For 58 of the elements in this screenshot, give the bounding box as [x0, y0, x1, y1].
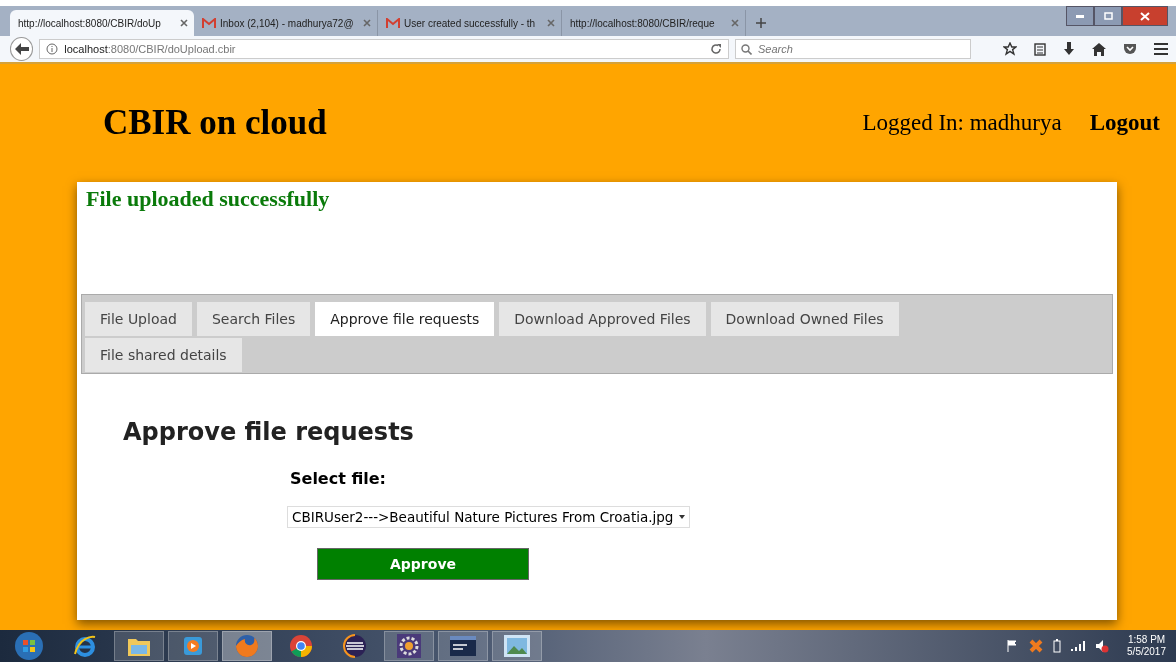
muted-speaker-icon[interactable] [1095, 639, 1110, 653]
select-label: Select file: [290, 469, 387, 488]
antivirus-icon[interactable] [1029, 639, 1044, 653]
menu-icon[interactable] [1154, 43, 1168, 55]
address-field[interactable]: localhost:8080/CBIR/doUpload.cbir [39, 39, 729, 59]
info-icon [46, 43, 59, 55]
page-tab[interactable]: Download Approved Files [498, 301, 707, 337]
media-player-taskbar-icon[interactable] [168, 631, 218, 661]
minimize-button[interactable] [1066, 6, 1094, 26]
signal-icon[interactable] [1071, 641, 1086, 651]
maximize-button[interactable] [1094, 6, 1122, 26]
mail-icon [202, 17, 216, 29]
firefox-taskbar-icon[interactable] [222, 631, 272, 661]
close-icon[interactable] [180, 19, 188, 27]
page-tab[interactable]: Search Files [195, 301, 312, 337]
file-select[interactable]: CBIRUser2--->Beautiful Nature Pictures From Croatia.jpg [287, 506, 691, 528]
new-tab-icon[interactable] [756, 18, 766, 28]
site-title: CBIR on cloud [103, 103, 328, 143]
back-arrow-icon [14, 43, 29, 55]
mail-icon [386, 17, 400, 29]
image-viewer-taskbar-icon[interactable] [492, 631, 542, 661]
maximize-icon [1103, 12, 1113, 20]
section-heading: Approve file requests [123, 418, 415, 446]
star-icon[interactable] [1003, 42, 1017, 56]
success-message: File uploaded successfully [85, 186, 331, 213]
close-icon[interactable] [363, 19, 371, 27]
dropdown-caret-icon [679, 515, 686, 519]
tab-title: http://localhost:8080/CBIR/reque [570, 17, 716, 29]
page-tab[interactable]: File shared details [84, 337, 243, 373]
page-tab[interactable]: File Upload [84, 301, 193, 337]
page-tab[interactable]: Approve file requests [314, 301, 496, 337]
tab-title: http://localhost:8080/CBIR/doUp [18, 17, 162, 29]
tab-title: User created successfully - th [404, 17, 537, 29]
close-icon[interactable] [731, 19, 739, 27]
close-icon[interactable] [547, 19, 555, 27]
reload-icon[interactable] [710, 43, 722, 55]
start-button[interactable] [12, 630, 46, 662]
search-field[interactable]: Search [735, 39, 971, 59]
search-icon [741, 44, 752, 55]
close-button[interactable] [1122, 6, 1168, 26]
back-button[interactable] [10, 37, 34, 61]
browser-tab[interactable]: http://localhost:8080/CBIR/doUp [10, 10, 194, 36]
logged-in-label: Logged In: madhurya [862, 110, 1062, 136]
download-icon[interactable] [1063, 42, 1075, 56]
page-tab[interactable]: Download Owned Files [709, 301, 900, 337]
logout-link[interactable]: Logout [1089, 110, 1160, 136]
folder-taskbar-icon[interactable] [114, 631, 164, 661]
pocket-icon[interactable] [1123, 43, 1137, 55]
minimize-icon [1076, 14, 1084, 18]
close-icon [1140, 11, 1150, 21]
clock[interactable]: 1:58 PM 5/5/2017 [1127, 634, 1166, 658]
tab-title: Inbox (2,104) - madhurya72@ [220, 17, 355, 29]
reading-list-icon[interactable] [1034, 42, 1046, 56]
gear-taskbar-icon[interactable] [384, 631, 434, 661]
terminal-taskbar-icon[interactable] [438, 631, 488, 661]
approve-button[interactable]: Approve [317, 548, 529, 580]
battery-icon[interactable] [1053, 639, 1062, 653]
home-icon[interactable] [1092, 42, 1106, 56]
